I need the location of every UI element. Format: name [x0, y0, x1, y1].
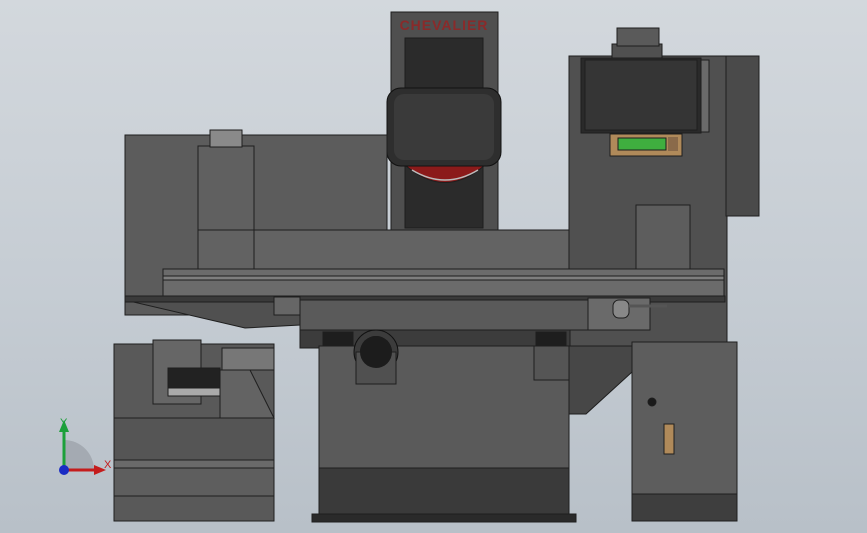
z-axis-dot	[59, 465, 69, 475]
coolant-unit	[113, 339, 275, 522]
handwheel	[353, 329, 399, 385]
cad-viewport[interactable]: CHEVALIER Y X	[0, 0, 867, 533]
control-display	[609, 133, 683, 157]
grinder-model: CHEVALIER Y X	[59, 11, 760, 523]
x-axis-label: X	[104, 459, 112, 471]
brand-label: CHEVALIER	[400, 17, 489, 33]
pump-cabinet	[631, 341, 738, 522]
y-axis-label: Y	[60, 417, 68, 429]
